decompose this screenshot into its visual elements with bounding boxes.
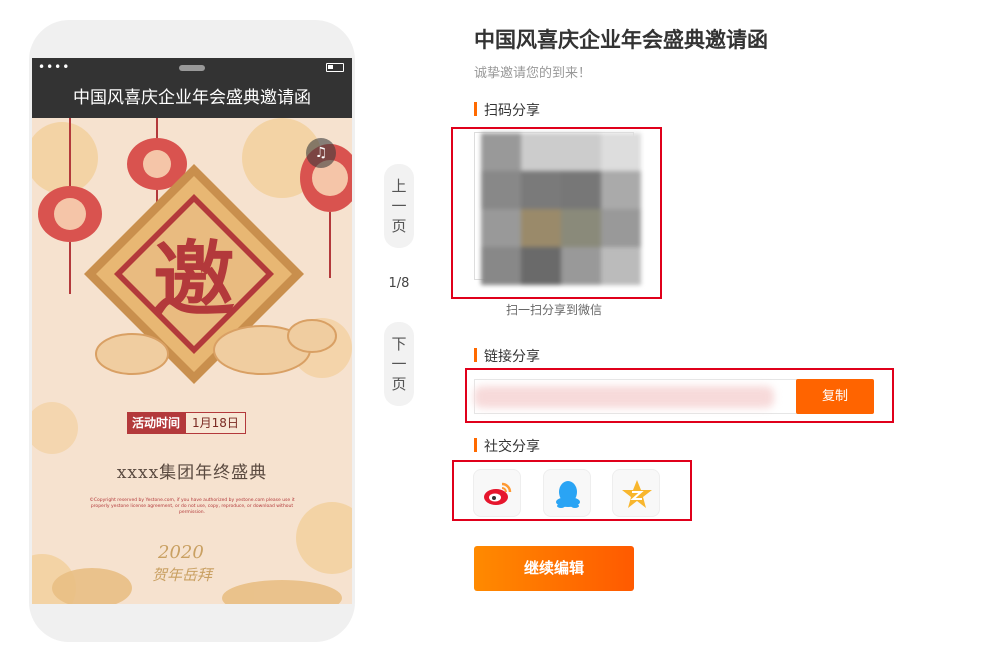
next-page-button[interactable]: 下 一 页 bbox=[384, 322, 414, 406]
qr-caption: 扫一扫分享到微信 bbox=[505, 303, 602, 317]
stamp-text: 贺年岳拜 bbox=[152, 566, 213, 584]
link-section-label: 链接分享 bbox=[474, 346, 540, 366]
activity-date: 1月18日 bbox=[185, 412, 246, 434]
stamp-year: 2020 bbox=[158, 542, 204, 563]
prev-char-3: 页 bbox=[391, 217, 407, 235]
phone-frame: •••• 中国风喜庆企业年会盛典邀请函 邀 ♫ 活动时间 1月18日 xxxx集… bbox=[29, 20, 355, 642]
page-counter: 1/8 bbox=[388, 276, 410, 291]
qr-section-label: 扫码分享 bbox=[474, 100, 540, 120]
music-icon[interactable]: ♫ bbox=[306, 138, 336, 168]
social-highlight-box bbox=[452, 460, 692, 521]
invitation-poster[interactable]: 邀 ♫ 活动时间 1月18日 xxxx集团年终盛典 ©Copyright res… bbox=[32, 118, 352, 604]
qr-highlight-box bbox=[451, 127, 662, 299]
big-char: 邀 bbox=[153, 232, 235, 328]
next-char-2: 一 bbox=[391, 355, 407, 373]
battery-icon bbox=[326, 63, 344, 72]
signal-dots-icon: •••• bbox=[38, 60, 71, 74]
prev-char-1: 上 bbox=[391, 177, 407, 195]
group-name: xxxx集团年终盛典 bbox=[116, 463, 268, 483]
poster-artwork: 邀 bbox=[32, 118, 352, 604]
copyright-text: ©Copyright reserved by Yestone.com, if y… bbox=[89, 498, 295, 515]
continue-edit-button[interactable]: 继续编辑 bbox=[474, 546, 634, 591]
next-char-1: 下 bbox=[391, 335, 407, 353]
page-title: 中国风喜庆企业年会盛典邀请函 bbox=[474, 28, 768, 52]
activity-time-label: 活动时间 bbox=[127, 412, 186, 434]
social-section-label: 社交分享 bbox=[474, 436, 540, 456]
activity-time-row: 活动时间 1月18日 bbox=[127, 412, 246, 434]
prev-char-2: 一 bbox=[391, 197, 407, 215]
next-char-3: 页 bbox=[391, 375, 407, 393]
phone-title: 中国风喜庆企业年会盛典邀请函 bbox=[32, 78, 352, 118]
camera-pill bbox=[179, 65, 205, 71]
prev-page-button[interactable]: 上 一 页 bbox=[384, 164, 414, 248]
status-bar: •••• bbox=[32, 58, 352, 78]
phone-screen: •••• 中国风喜庆企业年会盛典邀请函 邀 ♫ 活动时间 1月18日 xxxx集… bbox=[32, 58, 352, 604]
subtitle: 诚挚邀请您的到来！ bbox=[474, 66, 592, 81]
link-highlight-box bbox=[465, 368, 894, 423]
